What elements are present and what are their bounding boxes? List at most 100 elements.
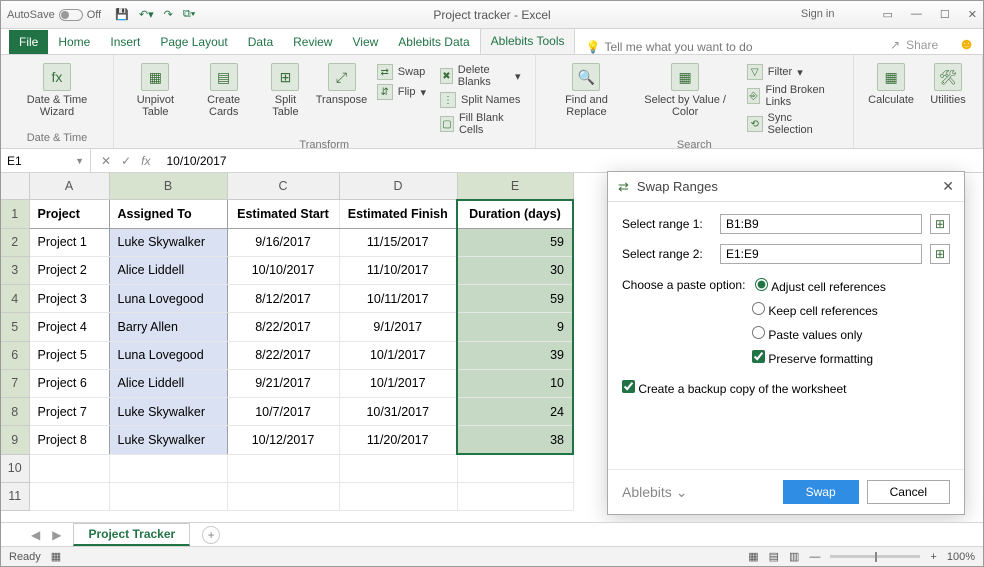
cell[interactable]: Luke Skywalker <box>109 398 227 426</box>
tab-view[interactable]: View <box>342 30 388 54</box>
sheet-tab-active[interactable]: Project Tracker <box>73 523 190 546</box>
cell[interactable]: Project 8 <box>29 426 109 454</box>
row-header-4[interactable]: 4 <box>1 285 29 313</box>
tell-me[interactable]: 💡 Tell me what you want to do <box>585 40 752 54</box>
ribbon-options-icon[interactable]: ▭ <box>883 8 893 21</box>
cell-empty[interactable] <box>227 454 339 482</box>
view-normal-icon[interactable]: ▦ <box>748 550 758 563</box>
cell[interactable]: 9/1/2017 <box>339 313 457 341</box>
cell[interactable]: 39 <box>457 341 573 369</box>
split-names-button[interactable]: ⋮Split Names <box>436 91 524 109</box>
chk-preserve-formatting[interactable]: Preserve formatting <box>752 350 873 366</box>
chk-backup[interactable]: Create a backup copy of the worksheet <box>622 380 846 396</box>
sync-selection-button[interactable]: ⟲Sync Selection <box>743 111 843 137</box>
range1-input[interactable] <box>720 214 922 234</box>
range2-input[interactable] <box>720 244 922 264</box>
header-cell[interactable]: Estimated Start <box>227 200 339 228</box>
cell[interactable]: 10/1/2017 <box>339 369 457 397</box>
cell[interactable]: Project 3 <box>29 285 109 313</box>
tab-home[interactable]: Home <box>48 30 100 54</box>
col-header-E[interactable]: E <box>457 173 573 200</box>
swap-button-primary[interactable]: Swap <box>783 480 859 504</box>
zoom-slider[interactable] <box>830 555 920 558</box>
tab-page-layout[interactable]: Page Layout <box>150 30 237 54</box>
header-cell[interactable]: Duration (days) <box>457 200 573 228</box>
cell[interactable]: 24 <box>457 398 573 426</box>
row-header-8[interactable]: 8 <box>1 398 29 426</box>
row-header-11[interactable]: 11 <box>1 482 29 510</box>
header-cell[interactable]: Estimated Finish <box>339 200 457 228</box>
cell[interactable]: Alice Liddell <box>109 369 227 397</box>
cell[interactable]: 8/22/2017 <box>227 313 339 341</box>
view-page-layout-icon[interactable]: ▤ <box>769 550 779 563</box>
split-table-button[interactable]: ⊞Split Table <box>261 59 311 137</box>
cell[interactable]: Luke Skywalker <box>109 228 227 256</box>
transpose-button[interactable]: ⤢Transpose <box>316 59 366 137</box>
enter-formula-icon[interactable]: ✓ <box>121 154 131 168</box>
cell[interactable]: Alice Liddell <box>109 256 227 284</box>
cell[interactable]: 9/21/2017 <box>227 369 339 397</box>
zoom-out-icon[interactable]: ― <box>809 551 820 563</box>
cell-empty[interactable] <box>339 454 457 482</box>
zoom-level[interactable]: 100% <box>947 551 975 563</box>
cell-empty[interactable] <box>109 454 227 482</box>
col-header-B[interactable]: B <box>109 173 227 200</box>
cell[interactable]: 10 <box>457 369 573 397</box>
tab-insert[interactable]: Insert <box>100 30 150 54</box>
cell-empty[interactable] <box>29 482 109 510</box>
cancel-formula-icon[interactable]: ✕ <box>101 154 111 168</box>
cell[interactable]: Barry Allen <box>109 313 227 341</box>
flip-button[interactable]: ⇵Flip ▾ <box>373 83 430 101</box>
cell[interactable]: Project 4 <box>29 313 109 341</box>
delete-blanks-button[interactable]: ✖Delete Blanks ▾ <box>436 63 524 89</box>
opt-keep-refs[interactable]: Keep cell references <box>752 302 878 318</box>
cell[interactable]: 8/12/2017 <box>227 285 339 313</box>
row-header-10[interactable]: 10 <box>1 454 29 482</box>
fill-blank-cells-button[interactable]: ▢Fill Blank Cells <box>436 111 524 137</box>
minimize-icon[interactable]: ― <box>911 8 922 21</box>
zoom-in-icon[interactable]: + <box>930 551 936 563</box>
cell[interactable]: 11/10/2017 <box>339 256 457 284</box>
col-header-C[interactable]: C <box>227 173 339 200</box>
new-sheet-icon[interactable]: + <box>202 526 220 544</box>
cell[interactable]: Luna Lovegood <box>109 341 227 369</box>
feedback-icon[interactable]: ☻ <box>958 36 975 54</box>
cell[interactable]: 10/11/2017 <box>339 285 457 313</box>
header-cell[interactable]: Assigned To <box>109 200 227 228</box>
row-header-3[interactable]: 3 <box>1 256 29 284</box>
cell[interactable]: 9 <box>457 313 573 341</box>
save-icon[interactable]: 💾 <box>115 8 129 21</box>
sheet-nav-next-icon[interactable]: ▶ <box>52 528 61 542</box>
range1-picker-icon[interactable]: ⊞ <box>930 214 950 234</box>
cell[interactable]: Project 2 <box>29 256 109 284</box>
find-broken-links-button[interactable]: ⎆Find Broken Links <box>743 83 843 109</box>
opt-paste-values[interactable]: Paste values only <box>752 326 862 342</box>
macro-icon[interactable]: ▦ <box>51 550 61 563</box>
unpivot-table-button[interactable]: ▦Unpivot Table <box>124 59 187 137</box>
cell[interactable]: Project 7 <box>29 398 109 426</box>
sheet-nav-prev-icon[interactable]: ◀ <box>31 528 40 542</box>
maximize-icon[interactable]: ☐ <box>940 8 950 21</box>
tab-review[interactable]: Review <box>283 30 342 54</box>
cell[interactable]: 10/1/2017 <box>339 341 457 369</box>
cell[interactable]: 59 <box>457 228 573 256</box>
find-replace-button[interactable]: 🔍Find and Replace <box>546 59 628 137</box>
date-time-wizard-button[interactable]: fxDate & Time Wizard <box>11 59 103 130</box>
range2-picker-icon[interactable]: ⊞ <box>930 244 950 264</box>
opt-adjust-refs[interactable]: Adjust cell references <box>755 278 885 294</box>
swap-button[interactable]: ⇄Swap <box>373 63 430 81</box>
cell[interactable]: Project 1 <box>29 228 109 256</box>
cell[interactable]: 10/7/2017 <box>227 398 339 426</box>
create-cards-button[interactable]: ▤Create Cards <box>193 59 255 137</box>
cell-empty[interactable] <box>457 482 573 510</box>
sign-in-link[interactable]: Sign in <box>801 8 835 21</box>
tab-ablebits-data[interactable]: Ablebits Data <box>388 30 479 54</box>
cell[interactable]: 11/20/2017 <box>339 426 457 454</box>
qat-icon[interactable]: ⧉▾ <box>183 8 195 21</box>
header-cell[interactable]: Project <box>29 200 109 228</box>
undo-icon[interactable]: ↶▾ <box>139 8 154 21</box>
utilities-button[interactable]: 🛠Utilities <box>924 59 972 130</box>
row-header-5[interactable]: 5 <box>1 313 29 341</box>
row-header-6[interactable]: 6 <box>1 341 29 369</box>
cancel-button[interactable]: Cancel <box>867 480 950 504</box>
